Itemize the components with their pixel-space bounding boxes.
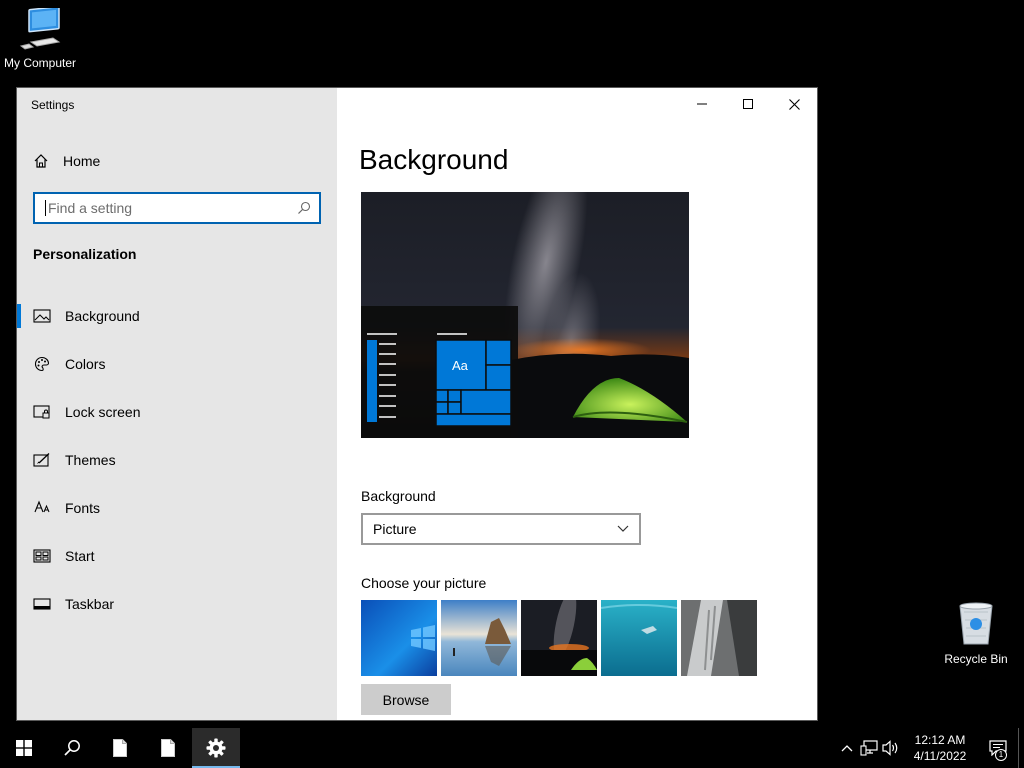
volume-icon — [882, 740, 898, 756]
settings-window: Settings Home Personalization Background — [17, 88, 817, 720]
sidebar: Settings Home Personalization Background — [17, 88, 337, 720]
themes-icon — [33, 451, 51, 469]
sidebar-item-label: Themes — [65, 452, 116, 468]
sidebar-item-label: Taskbar — [65, 596, 115, 612]
start-button[interactable] — [0, 728, 48, 768]
clock[interactable]: 12:12 AM 4/11/2022 — [902, 732, 978, 764]
browse-button[interactable]: Browse — [361, 684, 451, 715]
preview-tile-text: Aa — [452, 358, 468, 373]
sidebar-item-lock-screen[interactable]: Lock screen — [17, 388, 337, 436]
clock-date: 4/11/2022 — [913, 749, 967, 763]
sidebar-item-label: Fonts — [65, 500, 101, 516]
clock-time: 12:12 AM — [914, 733, 966, 747]
windows-logo-icon — [16, 740, 32, 756]
window-title: Settings — [31, 98, 75, 112]
taskbar-file-button-2[interactable] — [144, 728, 192, 768]
sidebar-item-colors[interactable]: Colors — [17, 340, 337, 388]
lock-screen-icon — [33, 403, 51, 421]
palette-icon — [33, 355, 51, 373]
search-icon[interactable] — [297, 201, 311, 215]
picture-thumbnail-tent[interactable] — [521, 600, 597, 676]
home-label: Home — [63, 153, 101, 169]
picture-icon — [33, 307, 51, 325]
volume-button[interactable] — [880, 728, 902, 768]
taskbar-search-button[interactable] — [48, 728, 96, 768]
action-center-button[interactable]: 1 — [978, 728, 1018, 768]
desktop-icon-label: Recycle Bin — [944, 652, 1008, 666]
chevron-down-icon — [617, 525, 629, 532]
desktop-icon-recycle-bin[interactable]: Recycle Bin — [936, 600, 1016, 666]
picture-thumbnail-beach[interactable] — [441, 600, 517, 676]
desktop-icon-my-computer[interactable]: My Computer — [0, 8, 80, 70]
background-dropdown-value: Picture — [373, 521, 417, 537]
notification-badge: 1 — [995, 749, 1007, 761]
recycle-bin-icon — [959, 602, 993, 645]
sidebar-item-label: Start — [65, 548, 95, 564]
section-heading: Personalization — [33, 246, 137, 262]
taskbar-settings-button[interactable] — [192, 728, 240, 768]
sidebar-item-background[interactable]: Background — [17, 292, 337, 340]
sidebar-home[interactable]: Home — [33, 150, 100, 172]
picture-thumbnail-rock[interactable] — [681, 600, 757, 676]
start-icon — [33, 547, 51, 565]
taskbar-file-button[interactable] — [96, 728, 144, 768]
sidebar-item-label: Background — [65, 308, 140, 324]
document-icon — [113, 739, 127, 757]
preview-image — [361, 192, 689, 438]
taskbar: 12:12 AM 4/11/2022 1 — [0, 728, 1024, 768]
picture-thumbnail-underwater[interactable] — [601, 600, 677, 676]
network-button[interactable] — [858, 728, 880, 768]
background-preview: Aa — [361, 192, 689, 438]
sidebar-item-themes[interactable]: Themes — [17, 436, 337, 484]
network-icon — [860, 740, 878, 756]
sidebar-item-taskbar[interactable]: Taskbar — [17, 580, 337, 628]
sidebar-item-label: Lock screen — [65, 404, 141, 420]
system-tray: 12:12 AM 4/11/2022 1 — [836, 728, 1024, 768]
background-label: Background — [361, 488, 436, 504]
document-icon — [161, 739, 175, 757]
search-box[interactable] — [33, 192, 321, 224]
taskbar-icon — [33, 595, 51, 613]
gear-icon — [206, 738, 226, 758]
content-pane: Background Aa Background Picture Choose … — [337, 88, 817, 720]
background-dropdown[interactable]: Picture — [361, 513, 641, 545]
search-input[interactable] — [45, 200, 297, 216]
show-desktop-button[interactable] — [1018, 728, 1024, 768]
sidebar-item-label: Colors — [65, 356, 106, 372]
sidebar-nav: Background Colors Lock screen Themes Fon… — [17, 292, 337, 628]
computer-icon — [19, 8, 61, 50]
sidebar-item-fonts[interactable]: Fonts — [17, 484, 337, 532]
search-icon — [64, 740, 80, 756]
home-icon — [34, 154, 48, 168]
chevron-up-icon — [841, 745, 853, 752]
picture-thumbnails — [361, 600, 757, 676]
desktop-icon-label: My Computer — [3, 56, 77, 70]
choose-picture-label: Choose your picture — [361, 575, 487, 591]
sidebar-item-start[interactable]: Start — [17, 532, 337, 580]
show-hidden-icons-button[interactable] — [836, 728, 858, 768]
picture-thumbnail-windows[interactable] — [361, 600, 437, 676]
page-title: Background — [359, 144, 509, 175]
fonts-icon — [33, 499, 51, 517]
